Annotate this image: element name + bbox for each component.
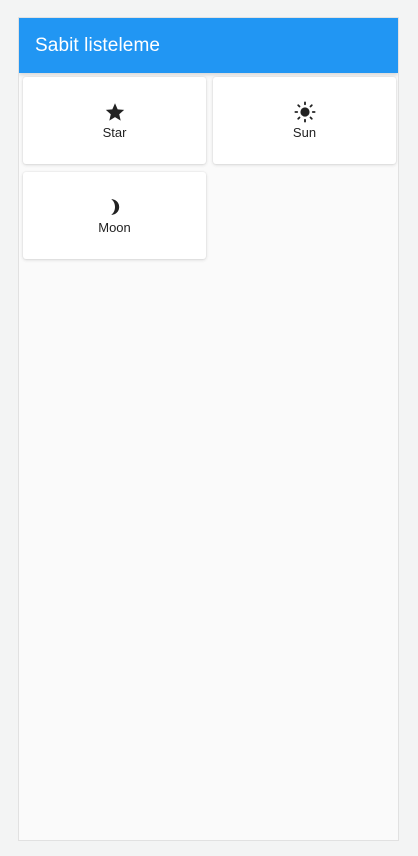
moon-icon: [110, 199, 119, 215]
grid-item-label: Moon: [98, 220, 131, 235]
grid-item-moon[interactable]: Moon: [23, 172, 206, 259]
star-icon: [105, 103, 124, 121]
grid-item-star[interactable]: Star: [23, 77, 206, 164]
grid-item-sun[interactable]: Sun: [213, 77, 396, 164]
app-bar-title: Sabit listeleme: [35, 34, 161, 56]
app-window: Sabit listeleme Star Sun Moon: [18, 17, 399, 841]
grid-item-label: Sun: [292, 125, 317, 140]
sun-icon: [293, 101, 316, 123]
app-bar: Sabit listeleme: [19, 18, 398, 73]
grid-item-label: Star: [102, 125, 127, 140]
